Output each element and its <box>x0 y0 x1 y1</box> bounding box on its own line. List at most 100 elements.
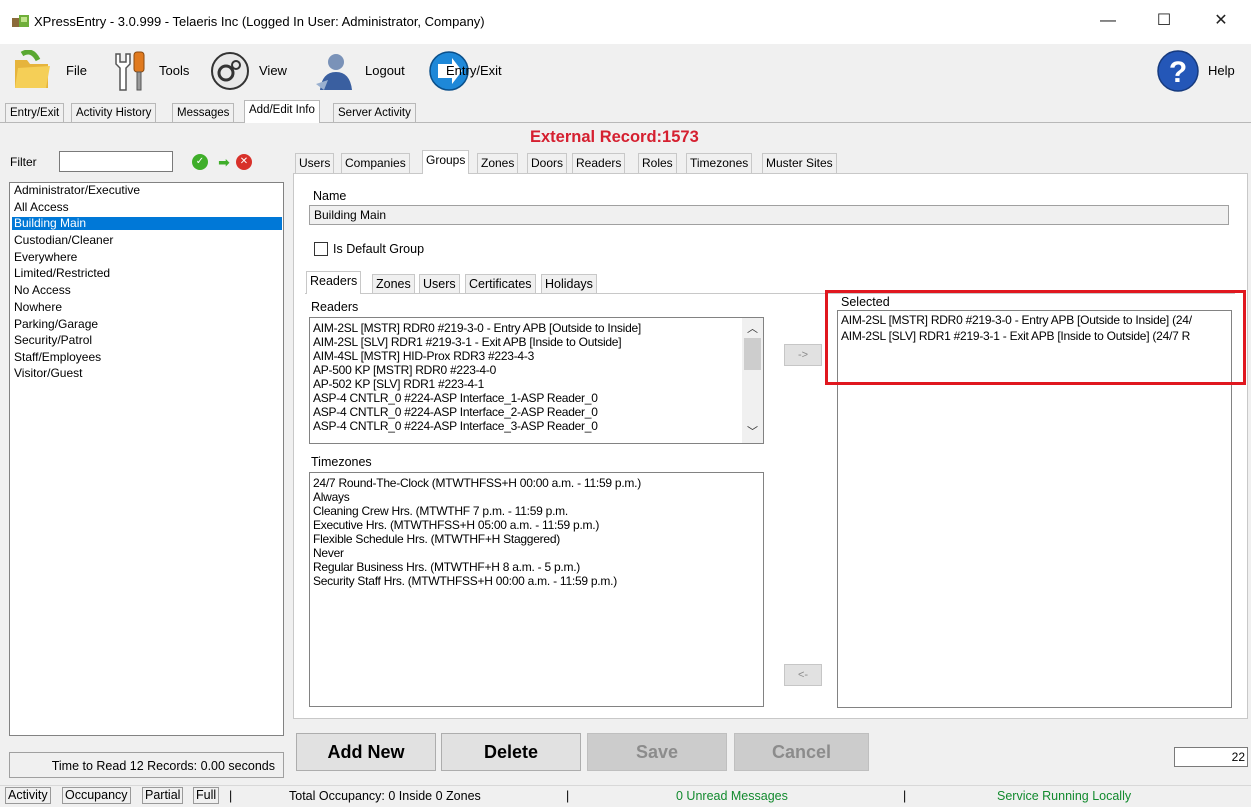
name-label: Name <box>313 189 347 203</box>
tab-server-activity[interactable]: Server Activity <box>333 103 416 122</box>
status-separator: | <box>566 789 570 803</box>
list-item[interactable]: AP-502 KP [SLV] RDR1 #223-4-1 <box>313 378 484 391</box>
tools-icon <box>115 51 145 91</box>
tab-roles[interactable]: Roles <box>638 153 677 173</box>
total-occupancy-text: Total Occupancy: 0 Inside 0 Zones <box>289 789 481 803</box>
entry-exit-button[interactable]: Entry/Exit <box>426 48 546 94</box>
list-item[interactable]: Always <box>313 491 350 504</box>
logout-label: Logout <box>365 63 405 78</box>
filter-apply-button[interactable]: ✓ <box>192 154 208 170</box>
list-item[interactable]: AIM-4SL [MSTR] HID-Prox RDR3 #223-4-3 <box>313 350 534 363</box>
tab-timezones[interactable]: Timezones <box>686 153 753 173</box>
filter-clear-button[interactable]: ✕ <box>236 154 252 170</box>
name-field[interactable]: Building Main <box>309 205 1229 225</box>
group-item[interactable]: Nowhere <box>12 301 282 314</box>
group-item[interactable]: Security/Patrol <box>12 334 282 347</box>
inner-tab-certificates[interactable]: Certificates <box>465 274 536 293</box>
group-item[interactable]: Limited/Restricted <box>12 267 282 280</box>
tab-add-edit-info[interactable]: Add/Edit Info <box>244 100 320 123</box>
help-button[interactable]: ? Help <box>1154 48 1246 94</box>
list-item[interactable]: AIM-2SL [SLV] RDR1 #219-3-1 - Exit APB [… <box>313 336 622 349</box>
arrow-right-icon: ➡ <box>218 154 230 170</box>
list-item[interactable]: Cleaning Crew Hrs. (MTWTHF 7 p.m. - 11:5… <box>313 505 568 518</box>
tools-label: Tools <box>159 63 190 78</box>
tab-activity-history[interactable]: Activity History <box>71 103 157 122</box>
tab-doors[interactable]: Doors <box>527 153 568 173</box>
add-new-button[interactable]: Add New <box>296 733 436 771</box>
list-item[interactable]: Regular Business Hrs. (MTWTHF+H 8 a.m. -… <box>313 561 580 574</box>
timezones-list[interactable]: 24/7 Round-The-Clock (MTWTHFSS+H 00:00 a… <box>309 472 764 707</box>
scroll-up-icon[interactable]: ︿ <box>742 320 763 336</box>
delete-button[interactable]: Delete <box>441 733 581 771</box>
filter-input[interactable] <box>59 151 173 172</box>
list-item[interactable]: AP-500 KP [MSTR] RDR0 #223-4-0 <box>313 364 496 377</box>
scrollbar-thumb[interactable] <box>744 338 761 370</box>
add-selected-button[interactable]: -> <box>784 344 822 366</box>
tab-zones[interactable]: Zones <box>477 153 519 173</box>
maximize-button[interactable]: ☐ <box>1153 10 1175 32</box>
tools-button[interactable]: Tools <box>108 48 198 94</box>
logout-button[interactable]: Logout <box>312 48 420 94</box>
time-to-read-status: Time to Read 12 Records: 0.00 seconds <box>9 752 284 778</box>
inner-tab-readers[interactable]: Readers <box>306 271 362 294</box>
timezones-label: Timezones <box>311 455 372 469</box>
group-item[interactable]: Staff/Employees <box>12 351 282 364</box>
status-activity-button[interactable]: Activity <box>5 787 51 804</box>
tab-groups[interactable]: Groups <box>422 150 470 174</box>
filter-label: Filter <box>10 155 37 169</box>
gears-icon <box>211 52 249 90</box>
close-button[interactable]: ✕ <box>1210 10 1232 32</box>
tab-muster-sites[interactable]: Muster Sites <box>762 153 837 173</box>
group-list[interactable]: Administrator/Executive All Access Build… <box>9 182 284 736</box>
inner-tab-zones[interactable]: Zones <box>372 274 415 293</box>
list-item[interactable]: ASP-4 CNTLR_0 #224-ASP Interface_2-ASP R… <box>313 406 598 419</box>
list-item[interactable]: ASP-4 CNTLR_0 #224-ASP Interface_3-ASP R… <box>313 420 598 433</box>
group-item-selected[interactable]: Building Main <box>12 217 282 230</box>
tab-entry-exit[interactable]: Entry/Exit <box>5 103 65 122</box>
highlight-box <box>825 290 1246 385</box>
list-item[interactable]: Flexible Schedule Hrs. (MTWTHF+H Stagger… <box>313 533 560 546</box>
tab-users[interactable]: Users <box>295 153 335 173</box>
save-button[interactable]: Save <box>587 733 727 771</box>
list-item[interactable]: Executive Hrs. (MTWTHFSS+H 05:00 a.m. - … <box>313 519 599 532</box>
window-title: XPressEntry - 3.0.999 - Telaeris Inc (Lo… <box>34 14 485 29</box>
record-count-field[interactable]: 22 <box>1174 747 1248 767</box>
group-item[interactable]: Everywhere <box>12 251 282 264</box>
group-item[interactable]: All Access <box>12 201 282 214</box>
list-item[interactable]: 24/7 Round-The-Clock (MTWTHFSS+H 00:00 a… <box>313 477 641 490</box>
minimize-button[interactable]: — <box>1097 10 1119 32</box>
status-full-button[interactable]: Full <box>193 787 220 804</box>
inner-tab-users[interactable]: Users <box>419 274 460 293</box>
view-button[interactable]: View <box>208 48 298 94</box>
file-button[interactable]: File <box>10 48 96 94</box>
scroll-down-icon[interactable]: ﹀ <box>742 423 763 439</box>
tab-readers[interactable]: Readers <box>572 153 626 173</box>
tab-strip-line <box>0 122 1251 123</box>
status-occupancy-button[interactable]: Occupancy <box>62 787 131 804</box>
folder-icon <box>15 50 50 88</box>
entry-exit-label: Entry/Exit <box>446 63 502 78</box>
group-item[interactable]: Administrator/Executive <box>12 184 282 197</box>
default-group-checkbox[interactable] <box>314 242 328 256</box>
default-group-label: Is Default Group <box>333 242 425 256</box>
cancel-button[interactable]: Cancel <box>734 733 869 771</box>
list-item[interactable]: AIM-2SL [MSTR] RDR0 #219-3-0 - Entry APB… <box>313 322 641 335</box>
app-icon <box>12 15 29 27</box>
status-partial-button[interactable]: Partial <box>142 787 184 804</box>
tab-companies[interactable]: Companies <box>341 153 410 173</box>
inner-tab-holidays[interactable]: Holidays <box>541 274 597 293</box>
list-item[interactable]: Never <box>313 547 344 560</box>
readers-list[interactable]: AIM-2SL [MSTR] RDR0 #219-3-0 - Entry APB… <box>309 317 764 444</box>
unread-messages-text[interactable]: 0 Unread Messages <box>676 789 788 803</box>
remove-selected-button[interactable]: <- <box>784 664 822 686</box>
group-item[interactable]: Visitor/Guest <box>12 367 282 380</box>
filter-go-button[interactable]: ➡ <box>216 154 232 170</box>
group-item[interactable]: Parking/Garage <box>12 318 282 331</box>
tab-messages[interactable]: Messages <box>172 103 235 122</box>
list-item[interactable]: Security Staff Hrs. (MTWTHFSS+H 00:00 a.… <box>313 575 617 588</box>
file-label: File <box>66 63 87 78</box>
help-label: Help <box>1208 63 1235 78</box>
list-item[interactable]: ASP-4 CNTLR_0 #224-ASP Interface_1-ASP R… <box>313 392 598 405</box>
group-item[interactable]: Custodian/Cleaner <box>12 234 282 247</box>
group-item[interactable]: No Access <box>12 284 282 297</box>
